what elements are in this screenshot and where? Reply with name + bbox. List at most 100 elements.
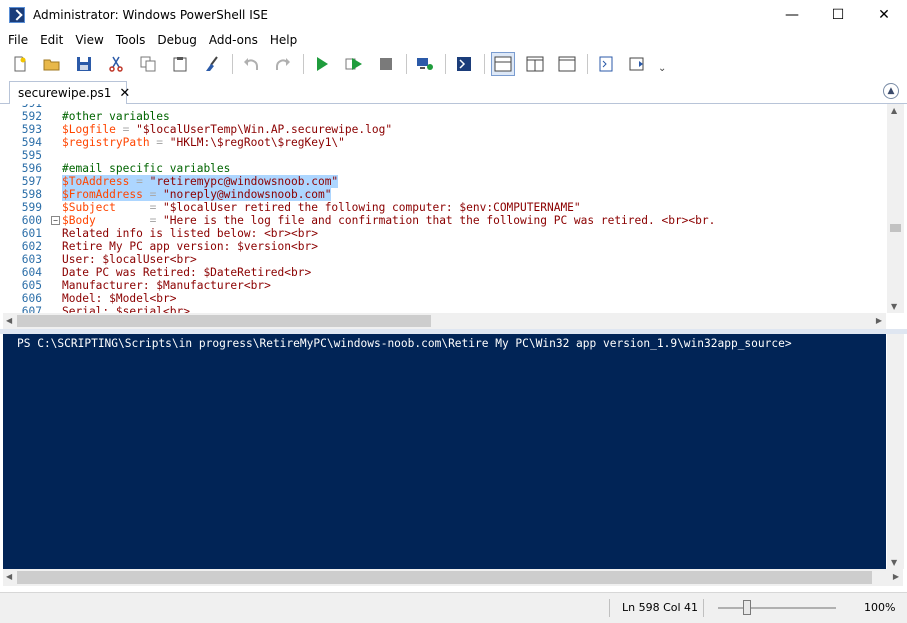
menu-add-ons[interactable]: Add-ons <box>203 33 264 47</box>
console-horizontal-scroll-thumb[interactable] <box>17 571 872 584</box>
copy-button[interactable] <box>136 52 160 76</box>
scroll-right-arrow[interactable]: ▶ <box>876 316 882 325</box>
save-button[interactable] <box>72 52 96 76</box>
undo-icon <box>244 58 258 70</box>
line-number: 598 <box>21 188 42 201</box>
code-line[interactable]: 597 $ToAddress = "retiremypc@windowsnoob.… <box>3 175 883 188</box>
code-line[interactable]: 602 Retire My PC app version: $version<br… <box>3 240 883 253</box>
clear-console-button[interactable] <box>200 52 224 76</box>
code-token: Retire My PC app version: $version<br> <box>62 240 318 253</box>
menu-edit[interactable]: Edit <box>34 33 69 47</box>
zoom-slider-thumb[interactable] <box>743 600 751 615</box>
code-text: $Body = "Here is the log file and confir… <box>62 214 715 227</box>
title-bar: Administrator: Windows PowerShell ISE — … <box>0 0 907 30</box>
editor-horizontal-scrollbar[interactable]: ◀ ▶ <box>3 313 886 329</box>
maximize-button[interactable]: ☐ <box>815 0 861 30</box>
scroll-left-arrow[interactable]: ◀ <box>6 572 12 581</box>
remote-computer-icon <box>417 58 433 70</box>
code-line[interactable]: 604 Date PC was Retired: $DateRetired<br> <box>3 266 883 279</box>
layout-right-button[interactable] <box>523 52 547 76</box>
code-text: #other variables <box>62 110 170 123</box>
new-remote-tab-button[interactable] <box>413 52 437 76</box>
toolbar-separator <box>406 54 407 74</box>
zoom-slider[interactable] <box>718 607 836 609</box>
open-button[interactable] <box>40 52 64 76</box>
save-icon <box>77 57 91 71</box>
line-number: 594 <box>21 136 42 149</box>
redo-button[interactable] <box>271 52 295 76</box>
line-number: 604 <box>21 266 42 279</box>
menu-tools[interactable]: Tools <box>110 33 152 47</box>
collapse-script-pane-button[interactable]: ▲ <box>883 83 899 99</box>
show-script-pane-button[interactable] <box>594 52 618 76</box>
stop-button[interactable] <box>374 52 398 76</box>
code-token: "$localUser retired the following comput… <box>163 201 581 214</box>
stop-icon <box>380 58 392 70</box>
tab-close-icon[interactable]: ✕ <box>119 86 130 101</box>
code-token: Date PC was Retired: $DateRetired<br> <box>62 266 312 279</box>
fold-toggle-icon[interactable]: − <box>51 216 60 225</box>
scroll-right-arrow[interactable]: ▶ <box>893 572 899 581</box>
play-icon <box>317 57 328 71</box>
script-pane-icon <box>599 56 613 72</box>
chevron-up-icon: ▲ <box>887 86 895 96</box>
editor-vertical-scrollbar[interactable]: ▲ ▼ <box>887 104 904 313</box>
console-horizontal-scrollbar[interactable]: ◀ ▶ <box>3 569 903 586</box>
code-line[interactable]: 598 $FromAddress = "noreply@windowsnoob.c… <box>3 188 883 201</box>
line-number: 606 <box>21 292 42 305</box>
layout-top-button[interactable] <box>491 52 515 76</box>
console-vertical-scrollbar[interactable]: ▼ <box>887 334 904 569</box>
code-token: "Here is the log file and confirmation t… <box>163 214 716 227</box>
toolbar-overflow-icon[interactable]: ⌄ <box>658 63 666 74</box>
scroll-up-arrow[interactable]: ▲ <box>891 106 897 115</box>
menu-debug[interactable]: Debug <box>151 33 202 47</box>
window-title: Administrator: Windows PowerShell ISE <box>33 8 268 22</box>
status-separator <box>703 599 704 617</box>
code-token: $Logfile <box>62 123 116 136</box>
menu-view[interactable]: View <box>69 33 109 47</box>
code-line[interactable]: 606 Model: $Model<br> <box>3 292 883 305</box>
code-line[interactable]: 600− $Body = "Here is the log file and co… <box>3 214 883 227</box>
code-text: $Logfile = "$localUserTemp\Win.AP.secure… <box>62 123 392 136</box>
close-button[interactable]: ✕ <box>861 0 907 30</box>
show-commands-button[interactable] <box>626 52 650 76</box>
code-line[interactable]: 605 Manufacturer: $Manufacturer<br> <box>3 279 883 292</box>
code-token: #other variables <box>62 110 170 123</box>
editor-vertical-scroll-thumb[interactable] <box>890 224 901 232</box>
code-text: User: $localUser<br> <box>62 253 197 266</box>
code-token: $ToAddress <box>62 175 130 188</box>
code-line[interactable]: 592 #other variables <box>3 110 883 123</box>
cut-button[interactable] <box>104 52 128 76</box>
code-line[interactable]: 607 Serial: $serial<br> <box>3 305 883 313</box>
run-script-button[interactable] <box>310 52 334 76</box>
menu-help[interactable]: Help <box>264 33 303 47</box>
paste-button[interactable] <box>168 52 192 76</box>
code-text: Serial: $serial<br> <box>62 305 190 313</box>
start-powershell-button[interactable] <box>452 52 476 76</box>
minimize-button[interactable]: — <box>769 0 815 30</box>
scroll-left-arrow[interactable]: ◀ <box>6 316 12 325</box>
console-pane[interactable]: PS C:\SCRIPTING\Scripts\in progress\Reti… <box>3 334 886 569</box>
code-line[interactable]: 595 <box>3 149 883 162</box>
code-line[interactable]: 594 $registryPath = "HKLM:\$regRoot\$regK… <box>3 136 883 149</box>
editor-horizontal-scroll-thumb[interactable] <box>17 315 431 327</box>
code-line[interactable]: 599 $Subject = "$localUser retired the fo… <box>3 201 883 214</box>
code-line[interactable]: 601 Related info is listed below: <br><br… <box>3 227 883 240</box>
scroll-down-arrow[interactable]: ▼ <box>891 558 897 567</box>
code-line[interactable]: 603 User: $localUser<br> <box>3 253 883 266</box>
code-line[interactable]: 593 $Logfile = "$localUserTemp\Win.AP.sec… <box>3 123 883 136</box>
line-number: 596 <box>21 162 42 175</box>
new-script-button[interactable] <box>8 52 32 76</box>
menu-file[interactable]: File <box>2 33 34 47</box>
line-number: 597 <box>21 175 42 188</box>
status-bar: Ln 598 Col 41 100% <box>0 592 907 623</box>
undo-button[interactable] <box>239 52 263 76</box>
script-editor[interactable]: 591592#other variables593$Logfile = "$lo… <box>3 104 903 313</box>
layout-maximized-button[interactable] <box>555 52 579 76</box>
code-text: #email specific variables <box>62 162 230 175</box>
scroll-down-arrow[interactable]: ▼ <box>891 302 897 311</box>
layout-maximized-icon <box>558 56 576 72</box>
run-selection-button[interactable] <box>342 52 366 76</box>
code-line[interactable]: 596 #email specific variables <box>3 162 883 175</box>
tab-securewipe[interactable]: securewipe.ps1 ✕ <box>9 81 130 104</box>
